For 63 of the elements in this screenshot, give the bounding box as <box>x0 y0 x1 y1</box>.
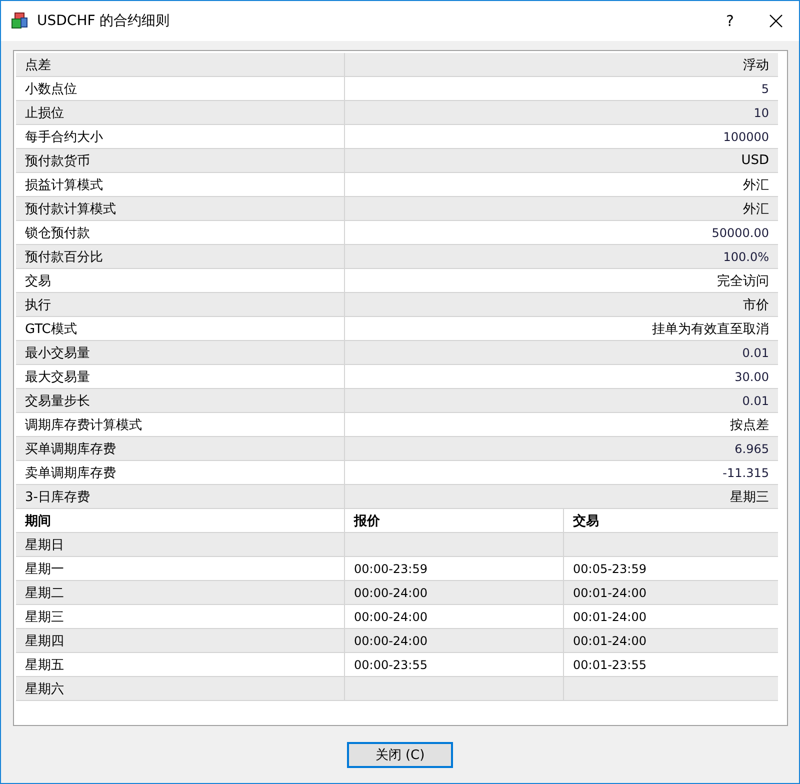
property-value: 外汇 <box>742 200 770 218</box>
table-cell-text: 00:05-23:59 <box>572 560 648 578</box>
property-label: 卖单调期库存费 <box>16 461 345 484</box>
property-label: 交易量步长 <box>16 389 345 412</box>
close-dialog-button[interactable]: 关闭 (C) <box>347 742 453 768</box>
table-cell: 星期五 <box>16 653 345 676</box>
property-value: 完全访问 <box>716 272 770 290</box>
property-label: 每手合约大小 <box>16 125 345 148</box>
table-cell: 星期六 <box>16 677 345 700</box>
property-value: 市价 <box>742 296 770 314</box>
table-cell: 星期四 <box>16 629 345 652</box>
property-value: 0.01 <box>741 344 770 362</box>
property-value: -11.315 <box>722 464 770 482</box>
property-value: 0.01 <box>741 392 770 410</box>
property-value: 外汇 <box>742 176 770 194</box>
table-cell: 00:00-23:55 <box>345 653 564 676</box>
table-cell-text: 00:01-23:55 <box>572 656 648 674</box>
property-value: 星期三 <box>729 488 770 506</box>
property-label: 损益计算模式 <box>16 173 345 196</box>
property-value: 按点差 <box>729 416 770 434</box>
column-header: 期间 <box>16 509 345 532</box>
table-cell-text: 00:01-24:00 <box>572 584 648 602</box>
property-label: 买单调期库存费 <box>16 437 345 460</box>
table-cell: 星期二 <box>16 581 345 604</box>
table-cell: 星期一 <box>16 557 345 580</box>
property-label: GTC模式 <box>16 317 345 340</box>
property-label: 点差 <box>16 53 345 76</box>
property-value: 5 <box>760 80 770 98</box>
property-label: 交易 <box>16 269 345 292</box>
app-icon <box>11 12 29 30</box>
property-label: 最小交易量 <box>16 341 345 364</box>
property-label: 小数点位 <box>16 77 345 100</box>
table-cell: 星期三 <box>16 605 345 628</box>
table-cell: 00:00-23:59 <box>345 557 564 580</box>
property-label: 预付款货币 <box>16 149 345 172</box>
property-value: 浮动 <box>742 56 770 74</box>
table-cell: 00:00-24:00 <box>345 581 564 604</box>
table-cell: 00:00-24:00 <box>345 605 564 628</box>
window-title: USDCHF 的合约细则 <box>37 12 171 30</box>
property-value: 6.965 <box>734 440 770 458</box>
property-value: 10 <box>752 104 770 122</box>
property-label: 预付款百分比 <box>16 245 345 268</box>
close-icon <box>769 14 783 28</box>
property-label: 3-日库存费 <box>16 485 345 508</box>
property-label: 锁仓预付款 <box>16 221 345 244</box>
property-value: 100.0% <box>722 248 770 266</box>
property-value: 100000 <box>722 128 770 146</box>
property-value: 50000.00 <box>710 224 770 242</box>
property-label: 预付款计算模式 <box>16 197 345 220</box>
column-header: 报价 <box>345 509 564 532</box>
property-label: 调期库存费计算模式 <box>16 413 345 436</box>
property-label: 执行 <box>16 293 345 316</box>
column-header: 交易 <box>572 512 600 530</box>
property-label: 止损位 <box>16 101 345 124</box>
help-button[interactable]: ? <box>707 1 753 41</box>
property-value: 30.00 <box>734 368 770 386</box>
table-cell-text: 00:01-24:00 <box>572 632 648 650</box>
property-value: 挂单为有效直至取消 <box>651 320 770 338</box>
table-cell: 00:00-24:00 <box>345 629 564 652</box>
property-value: USD <box>740 152 770 170</box>
property-label: 最大交易量 <box>16 365 345 388</box>
table-cell-text: 00:01-24:00 <box>572 608 648 626</box>
table-cell: 星期日 <box>16 533 345 556</box>
